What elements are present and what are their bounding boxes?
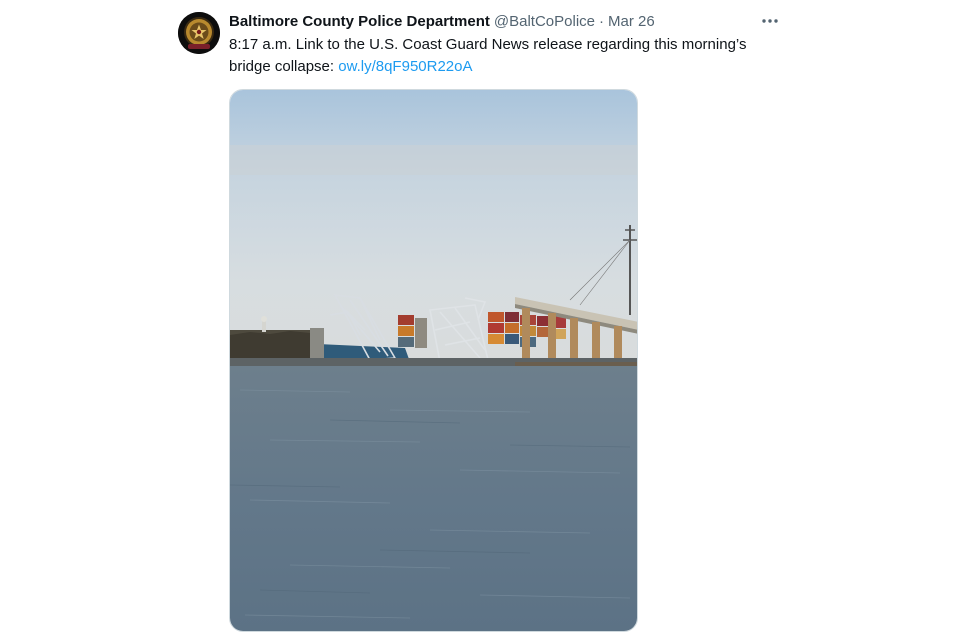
author-avatar[interactable]	[178, 12, 220, 54]
tweet-text: 8:17 a.m. Link to the U.S. Coast Guard N…	[229, 34, 749, 78]
separator-dot: ·	[599, 12, 604, 30]
tweet-card[interactable]: Baltimore County Police Department @Balt…	[0, 0, 960, 638]
tweet-text-body: 8:17 a.m. Link to the U.S. Coast Guard N…	[229, 36, 747, 75]
tweet-date[interactable]: Mar 26	[608, 13, 655, 30]
bridge-collapse-photo	[230, 90, 637, 631]
tweet-header: Baltimore County Police Department @Balt…	[229, 11, 655, 31]
more-horizontal-icon	[762, 19, 778, 23]
tweet-photo[interactable]	[229, 89, 638, 632]
more-options-button[interactable]	[758, 11, 782, 31]
tweet-link[interactable]: ow.ly/8qF950R22oA	[338, 58, 472, 75]
author-handle[interactable]: @BaltCoPolice	[494, 13, 595, 30]
police-badge-icon	[178, 12, 220, 54]
author-name[interactable]: Baltimore County Police Department	[229, 13, 490, 30]
